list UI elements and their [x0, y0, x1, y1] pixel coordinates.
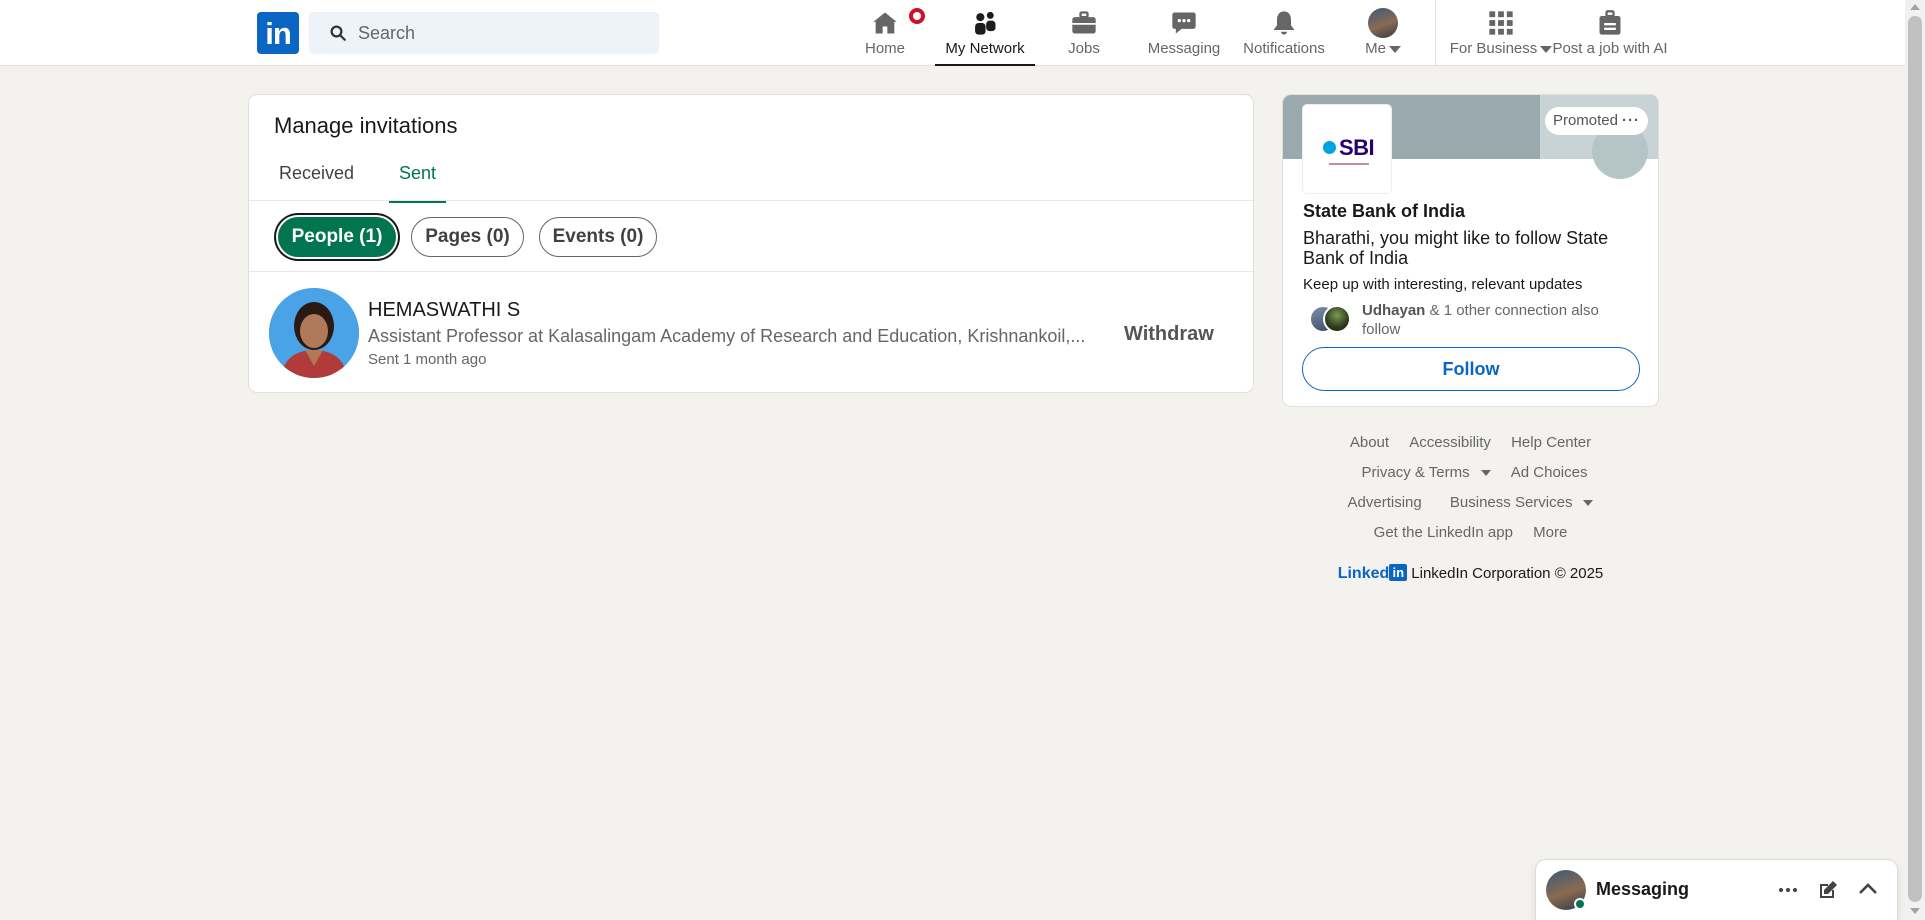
footer: About Accessibility Help Center Privacy … [1282, 428, 1659, 583]
linkedin-wordmark: Linked [1337, 565, 1390, 582]
copyright: Linked in LinkedIn Corporation © 2025 [1282, 564, 1659, 583]
chevron-up-icon[interactable] [1856, 878, 1880, 902]
chevron-down-icon [1583, 500, 1594, 507]
home-icon [873, 12, 897, 34]
footer-get-app[interactable]: Get the LinkedIn app [1374, 524, 1513, 541]
nav-me-label: Me [1365, 40, 1386, 57]
footer-accessibility[interactable]: Accessibility [1409, 434, 1491, 451]
compose-icon[interactable] [1816, 878, 1840, 902]
avatar[interactable] [269, 288, 359, 378]
search-icon [330, 25, 346, 41]
people-icon [975, 11, 996, 35]
nav-for-business[interactable]: For Business [1445, 0, 1557, 66]
filter-pages[interactable]: Pages (0) [411, 217, 524, 257]
messaging-dock[interactable]: Messaging [1536, 860, 1897, 920]
bell-icon [1273, 11, 1295, 35]
scrollbar[interactable] [1905, 0, 1925, 920]
nav-home-label: Home [864, 40, 905, 57]
ad-pitch: Bharathi, you might like to follow State… [1303, 228, 1609, 268]
nav-post-job[interactable]: Post a job with AI [1552, 0, 1668, 66]
footer-more[interactable]: More [1533, 524, 1567, 541]
manage-invitations-card: Manage invitations Received Sent People … [248, 94, 1254, 393]
nav-me-label-wrap: Me [1346, 40, 1420, 57]
logo-text: SBI [1339, 135, 1375, 160]
scroll-up-arrow-icon[interactable] [1910, 4, 1920, 10]
company-logo[interactable]: SBI [1303, 105, 1391, 193]
withdraw-button[interactable]: Withdraw [1124, 323, 1214, 346]
nav-my-network[interactable]: My Network [935, 0, 1035, 66]
follow-button[interactable]: Follow [1302, 347, 1640, 391]
filter-people[interactable]: People (1) [278, 217, 396, 257]
divider [249, 200, 1253, 201]
ad-subtext: Keep up with interesting, relevant updat… [1303, 276, 1583, 293]
chevron-down-icon [1388, 45, 1401, 53]
logo-tagline-mark [1329, 163, 1369, 165]
global-nav: in Search Home My Network Jobs Messaging… [0, 0, 1905, 66]
footer-help-center[interactable]: Help Center [1511, 434, 1591, 451]
search-input[interactable]: Search [309, 12, 659, 54]
nav-jobs[interactable]: Jobs [1048, 0, 1120, 66]
invitee-headline: Assistant Professor at Kalasalingam Acad… [368, 326, 1086, 346]
grid-icon [1489, 11, 1513, 35]
nav-messaging-label: Messaging [1147, 40, 1221, 57]
company-name[interactable]: State Bank of India [1303, 201, 1465, 222]
online-status-icon [1574, 898, 1586, 910]
chat-bubble-icon [1172, 12, 1196, 34]
sbi-logo-icon [1323, 141, 1336, 154]
nav-notifications[interactable]: Notifications [1236, 0, 1332, 66]
profile-photo [269, 288, 359, 378]
connection-name: Udhayan [1362, 302, 1426, 319]
avatar [1323, 305, 1351, 333]
nav-my-network-label: My Network [945, 40, 1025, 57]
nav-jobs-label: Jobs [1068, 40, 1100, 57]
chevron-down-icon [1540, 45, 1553, 53]
footer-advertising[interactable]: Advertising [1348, 494, 1422, 511]
promoted-badge[interactable]: Promoted ··· [1544, 107, 1648, 135]
invitee-name[interactable]: HEMASWATHI S [368, 299, 520, 322]
messaging-title[interactable]: Messaging [1596, 879, 1689, 900]
connection-note: Udhayan & 1 other connection also follow [1362, 301, 1632, 339]
connection-facepile [1309, 305, 1353, 335]
footer-ad-choices[interactable]: Ad Choices [1511, 464, 1588, 481]
more-options-icon[interactable]: ··· [1622, 112, 1640, 129]
more-options-icon[interactable] [1776, 878, 1800, 902]
promoted-ad-card: Promoted ··· SBI State Bank of India Bhar… [1282, 94, 1659, 407]
avatar [1368, 8, 1398, 38]
nav-divider [1435, 0, 1436, 66]
nav-messaging[interactable]: Messaging [1142, 0, 1226, 66]
footer-business-services-label: Business Services [1449, 494, 1573, 511]
linkedin-logo-icon[interactable]: in [257, 12, 299, 54]
footer-privacy-terms[interactable]: Privacy & Terms [1354, 464, 1491, 481]
filter-events[interactable]: Events (0) [539, 217, 657, 257]
search-placeholder: Search [358, 23, 416, 43]
job-post-icon [1599, 10, 1621, 35]
tab-received[interactable]: Received [279, 163, 354, 203]
nav-me[interactable]: Me [1346, 0, 1420, 66]
linkedin-logo-icon: in [1389, 564, 1408, 581]
tab-sent[interactable]: Sent [388, 163, 447, 203]
invitation-time: Sent 1 month ago [368, 351, 487, 368]
nav-for-business-label: For Business [1449, 40, 1538, 57]
nav-home[interactable]: Home [848, 0, 927, 66]
briefcase-icon [1072, 11, 1096, 34]
divider [249, 271, 1253, 272]
scrollbar-thumb[interactable] [1908, 16, 1922, 902]
nav-notifications-label: Notifications [1243, 40, 1325, 57]
footer-about[interactable]: About [1350, 434, 1389, 451]
scroll-down-arrow-icon[interactable] [1910, 908, 1920, 914]
copyright-text: LinkedIn Corporation © 2025 [1411, 565, 1604, 582]
chevron-down-icon [1480, 470, 1491, 477]
promoted-label: Promoted [1552, 112, 1618, 129]
footer-privacy-terms-label: Privacy & Terms [1361, 464, 1470, 481]
nav-post-job-label: Post a job with AI [1552, 40, 1668, 57]
page-title: Manage invitations [274, 113, 458, 138]
notification-badge [907, 6, 927, 26]
footer-business-services[interactable]: Business Services [1442, 494, 1594, 511]
nav-for-business-label-wrap: For Business [1445, 40, 1557, 57]
